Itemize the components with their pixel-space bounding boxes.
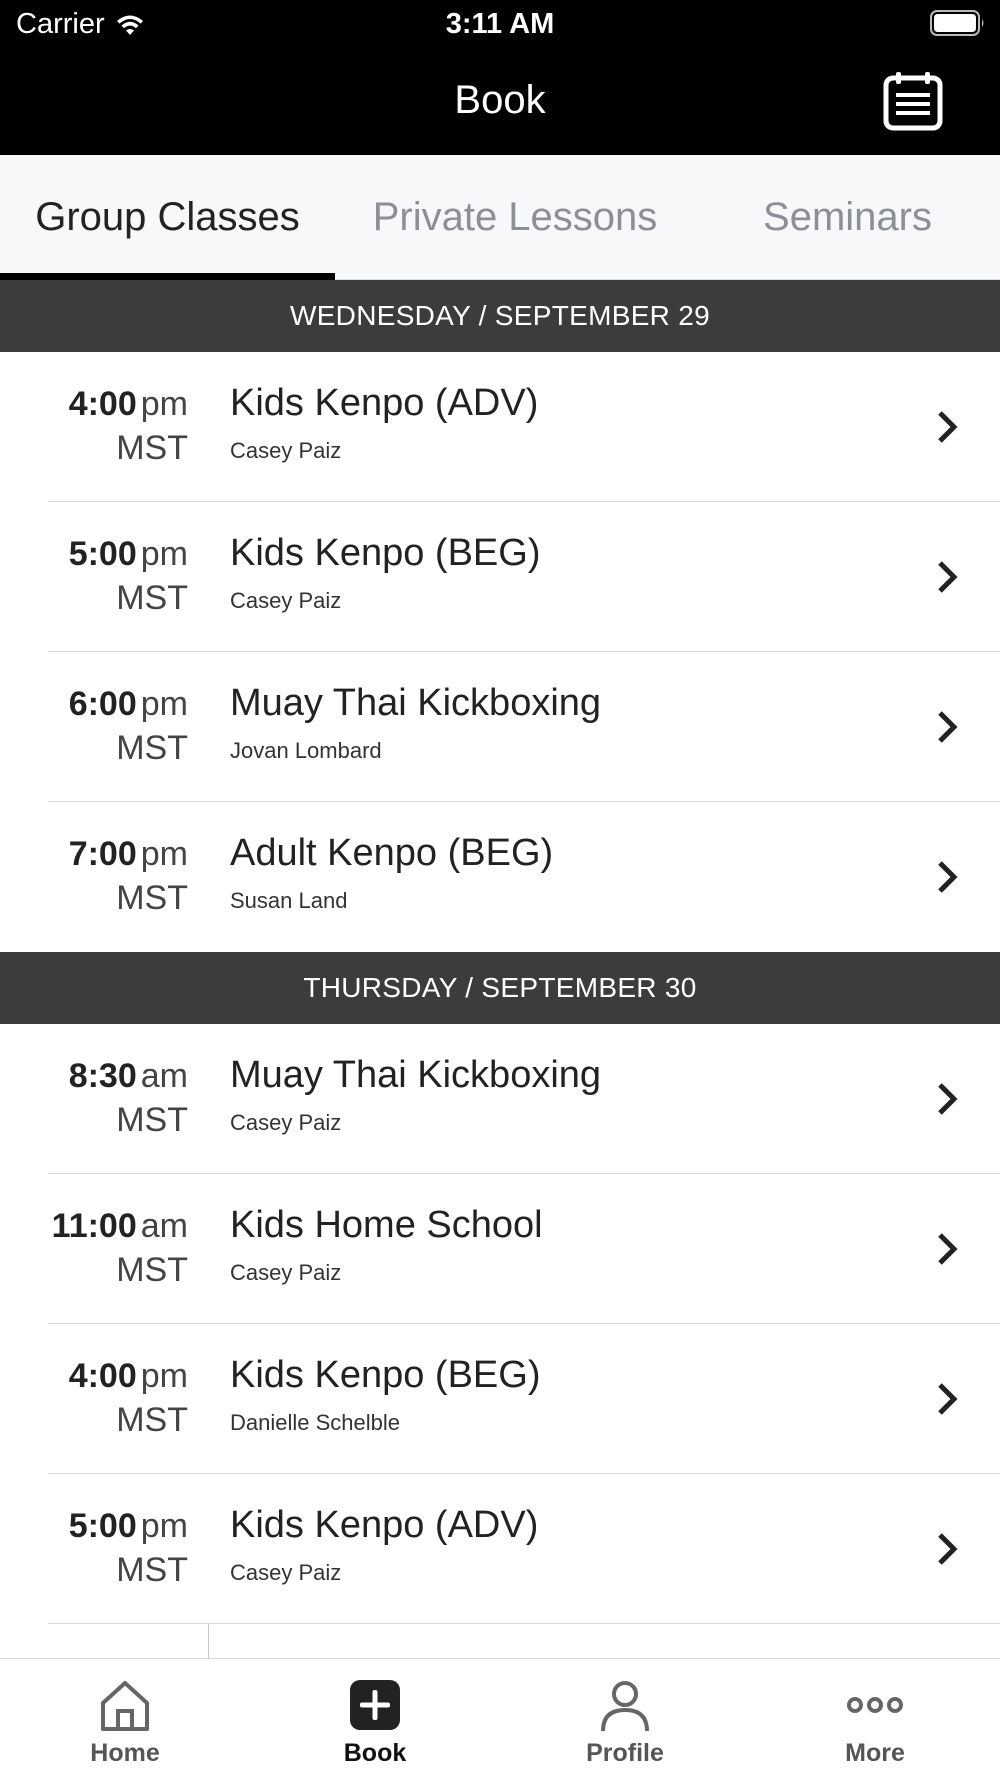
time-ampm: pm — [140, 535, 188, 573]
time-value: 5:00 — [68, 1507, 137, 1545]
calendar-list-icon — [883, 72, 943, 131]
instructor-name: Casey Paiz — [230, 1110, 342, 1135]
time-zone: MST — [116, 1551, 188, 1589]
time-zone: MST — [116, 579, 188, 617]
time-value: 4:00 — [68, 385, 137, 423]
day-header: WEDNESDAY / SEPTEMBER 29 — [0, 280, 1000, 352]
nav-header: Book — [0, 50, 1000, 155]
class-time: 4:00 pm MST — [0, 1354, 188, 1442]
class-row[interactable]: 4:00 pm MST Kids Kenpo (BEG) Danielle Sch… — [0, 1324, 1000, 1474]
instructor-name: Casey Paiz — [230, 1260, 342, 1285]
chevron-right-icon — [938, 861, 958, 893]
instructor-name: Susan Land — [230, 888, 348, 913]
time-zone: MST — [116, 1101, 188, 1139]
tab-private-lessons[interactable]: Private Lessons — [335, 155, 695, 280]
class-row[interactable]: 7:00 pm MST Adult Kenpo (BEG) Susan Land — [0, 802, 1000, 952]
chevron-right-icon — [938, 1383, 958, 1415]
class-row[interactable]: 11:00 am MST Kids Home School Casey Paiz — [0, 1174, 1000, 1324]
time-zone: MST — [116, 1251, 188, 1289]
time-value: 7:00 — [68, 835, 137, 873]
class-time: 8:30 am MST — [0, 1054, 188, 1142]
bottom-tab-label: More — [845, 1739, 905, 1767]
bottom-tab-more[interactable]: More — [750, 1659, 1000, 1778]
class-row[interactable]: 4:00 pm MST Kids Kenpo (ADV) Casey Paiz — [0, 352, 1000, 502]
time-zone: MST — [116, 1401, 188, 1439]
plus-square-icon — [350, 1680, 400, 1730]
instructor-name: Casey Paiz — [230, 588, 342, 613]
class-name: Kids Home School — [230, 1204, 543, 1246]
day-header: THURSDAY / SEPTEMBER 30 — [0, 952, 1000, 1024]
bottom-tab-label: Book — [343, 1739, 407, 1767]
class-name: Adult Kenpo (BEG) — [230, 832, 554, 874]
class-name: Muay Thai Kickboxing — [230, 1054, 602, 1096]
class-row[interactable]: 6:00 pm MST Muay Thai Kickboxing Jovan Lo… — [0, 652, 1000, 802]
class-name: Kids Kenpo (ADV) — [230, 382, 539, 424]
more-dots-icon — [847, 1697, 903, 1713]
time-ampm: am — [140, 1207, 188, 1245]
time-zone: MST — [116, 429, 188, 467]
bottom-tab-bar: Home Book Profile More — [0, 1658, 1000, 1778]
class-name: Kids Kenpo (BEG) — [230, 1354, 541, 1396]
bottom-tab-home[interactable]: Home — [0, 1659, 250, 1778]
time-value: 8:30 — [68, 1057, 137, 1095]
class-name: Kids Kenpo (BEG) — [230, 532, 541, 574]
class-time: 5:00 pm MST — [0, 532, 188, 620]
time-ampm: pm — [140, 685, 188, 723]
person-icon — [601, 1681, 649, 1732]
time-value: 4:00 — [68, 1357, 137, 1395]
time-ampm: pm — [140, 1357, 188, 1395]
class-time: 5:00 pm MST — [0, 1504, 188, 1592]
class-name: Kids Kenpo (ADV) — [230, 1504, 539, 1546]
class-time: 7:00 pm MST — [0, 832, 188, 920]
time-ampm: pm — [140, 385, 188, 423]
time-value: 6:00 — [68, 685, 137, 723]
instructor-name: Jovan Lombard — [230, 738, 382, 763]
time-value: 5:00 — [68, 535, 137, 573]
calendar-button[interactable] — [882, 70, 944, 132]
class-time: 6:00 pm MST — [0, 682, 188, 770]
chevron-right-icon — [938, 411, 958, 443]
class-row[interactable]: 8:30 am MST Muay Thai Kickboxing Casey Pa… — [0, 1024, 1000, 1174]
instructor-name: Danielle Schelble — [230, 1410, 400, 1435]
chevron-right-icon — [938, 1533, 958, 1565]
active-tab-indicator — [0, 273, 335, 280]
chevron-right-icon — [938, 561, 958, 593]
bottom-tab-label: Home — [90, 1739, 160, 1767]
time-ampm: am — [140, 1057, 188, 1095]
time-zone: MST — [116, 729, 188, 767]
bottom-tab-profile[interactable]: Profile — [500, 1659, 750, 1778]
chevron-right-icon — [938, 1233, 958, 1265]
time-value: 11:00 — [51, 1207, 137, 1245]
row-divider — [48, 1623, 1000, 1624]
class-row[interactable]: 5:00 pm MST Kids Kenpo (BEG) Casey Paiz — [0, 502, 1000, 652]
instructor-name: Casey Paiz — [230, 438, 342, 463]
tab-group-classes[interactable]: Group Classes — [0, 155, 335, 280]
class-row[interactable]: 5:00 pm MST Kids Kenpo (ADV) Casey Paiz — [0, 1474, 1000, 1624]
class-time: 11:00 am MST — [0, 1204, 188, 1292]
time-ampm: pm — [140, 835, 188, 873]
chevron-right-icon — [938, 711, 958, 743]
tab-seminars[interactable]: Seminars — [695, 155, 1000, 280]
bottom-tab-book[interactable]: Book — [250, 1659, 500, 1778]
class-name: Muay Thai Kickboxing — [230, 682, 602, 724]
booking-tabs: Group Classes Private Lessons Seminars — [0, 155, 1000, 280]
battery-icon — [930, 10, 986, 43]
time-zone: MST — [116, 879, 188, 917]
page-title: Book — [454, 78, 546, 122]
chevron-right-icon — [938, 1083, 958, 1115]
bottom-tab-label: Profile — [586, 1739, 664, 1767]
home-icon — [101, 1681, 149, 1731]
class-time: 4:00 pm MST — [0, 382, 188, 470]
status-time: 3:11 AM — [445, 8, 555, 40]
time-ampm: pm — [140, 1507, 188, 1545]
status-bar: Carrier 3:11 AM — [0, 0, 1000, 50]
instructor-name: Casey Paiz — [230, 1560, 342, 1585]
